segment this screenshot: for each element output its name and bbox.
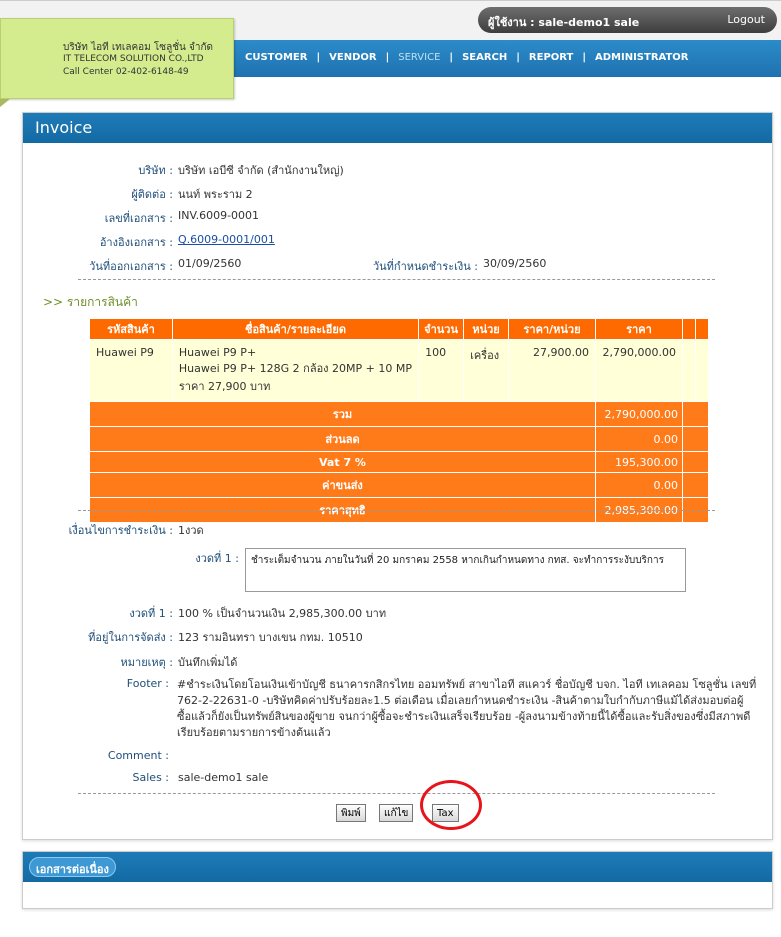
col-header-unit: หน่วย [464,319,509,339]
payment-terms-value: 1งวด [178,524,204,537]
note-value: บันทึกเพิ่มได้ [178,656,238,669]
summary-extra [682,452,708,472]
issue-date-label: วันที่ออกเอกสาร : [89,260,173,273]
installment-label: งวดที่ 1 : [195,552,239,565]
nav-separator: | [516,52,520,63]
summary-extra [682,402,708,426]
user-box: ผู้ใช้งาน : sale-demo1 sale Logout [478,7,777,33]
nav-search[interactable]: SEARCH [462,52,507,63]
doc-number-label: เลขที่เอกสาร : [104,212,173,225]
col-header-extra [682,319,695,339]
ref-doc-link[interactable]: Q.6009-0001/001 [178,233,275,246]
summary-value: 195,300.00 [595,452,682,472]
company-name-en: IT TELECOM SOLUTION CO.,LTD [63,54,204,64]
installment-summary-label: งวดที่ 1 : [129,607,173,620]
logo-ribbon-tail [0,99,10,107]
summary-value: 0.00 [595,427,682,451]
related-documents-panel: เอกสารต่อเนื่อง [22,851,773,909]
contact-label: ผู้ติดต่อ : [131,188,173,201]
divider [78,793,715,794]
nav-separator: | [316,52,321,63]
item-desc-line: ราคา 27,900 บาท [178,380,271,393]
summary-extra [682,473,708,497]
items-section-title: >> รายการสินค้า [43,295,138,309]
item-unit: เครื่อง [464,340,509,401]
summary-label: Vat 7 % [90,452,595,472]
nav-vendor[interactable]: VENDOR [329,52,376,63]
item-price: 2,790,000.00 [595,340,682,401]
summary-row-shipping: ค่าขนส่ง 0.00 [90,473,708,497]
company-value: บริษัท เอบีซี จำกัด (สำนักงานใหญ่) [178,164,344,177]
col-header-unit-price: ราคา/หน่วย [509,319,595,339]
item-extra [682,340,695,401]
nav-customer[interactable]: CUSTOMER [245,52,307,63]
ref-doc-label: อ้างอิงเอกสาร : [99,236,173,249]
related-documents-tab[interactable]: เอกสารต่อเนื่อง [29,857,116,877]
due-date-label: วันที่กำหนดชำระเงิน : [372,260,478,273]
footer-value: #ชำระเงินโดยโอนเงินเข้าบัญชี ธนาคารกสิกร… [177,678,757,739]
item-code: Huawei P9 [90,340,172,401]
item-extra [695,340,708,401]
summary-row-total: รวม 2,790,000.00 [90,402,708,426]
sales-label: Sales : [132,771,169,784]
sales-value: sale-demo1 sale [178,771,269,784]
highlight-circle-annotation [420,780,482,830]
nav-service[interactable]: SERVICE [398,52,440,63]
table-row: Huawei P9 Huawei P9 P+ Huawei P9 P+ 128G… [90,340,708,401]
nav-separator: | [385,52,390,63]
col-header-price: ราคา [595,319,682,339]
due-date-value: 30/09/2560 [483,257,547,270]
nav-separator: | [582,52,586,63]
divider [78,279,715,280]
installment-textarea[interactable]: ชำระเต็มจำนวน ภายในวันที่ 20 มกราคม 2558… [245,548,686,592]
item-unit-price: 27,900.00 [509,340,595,401]
comment-label: Comment : [107,749,169,762]
payment-terms-label: เงื่อนไขการชำระเงิน : [68,524,173,537]
summary-value: 2,790,000.00 [595,402,682,426]
doc-number-value: INV.6009-0001 [178,209,260,222]
col-header-qty: จำนวน [419,319,464,339]
related-documents-header: เอกสารต่อเนื่อง [23,852,772,882]
print-button[interactable]: พิมพ์ [336,804,366,822]
summary-label: ค่าขนส่ง [90,473,595,497]
shipping-address-label: ที่อยู่ในการจัดส่ง : [88,631,173,644]
current-user-label: ผู้ใช้งาน : sale-demo1 sale [488,16,640,29]
summary-label: รวม [90,402,595,426]
summary-label: ส่วนลด [90,427,595,451]
col-header-extra [695,319,708,339]
items-table: รหัสสินค้า ชื่อสินค้า/รายละเอียด จำนวน ห… [89,318,709,523]
company-name-th: บริษัท ไอที เทเลคอม โซลูชั่น จำกัด [63,42,214,53]
main-nav: CUSTOMER | VENDOR | SERVICE | SEARCH | REPORT | AD… [245,52,689,63]
edit-button[interactable]: แก้ไข [379,804,414,822]
logout-link[interactable]: Logout [727,13,765,26]
item-desc-line: Huawei P9 P+ [178,346,257,359]
items-table-header: รหัสสินค้า ชื่อสินค้า/รายละเอียด จำนวน ห… [90,319,708,339]
summary-extra [682,427,708,451]
footer-label: Footer : [126,677,169,690]
contact-value: นนท์ พระราม 2 [178,188,253,201]
summary-row-discount: ส่วนลด 0.00 [90,427,708,451]
invoice-panel: Invoice บริษัท : บริษัท เอบีซี จำกัด (สำ… [22,112,773,840]
col-header-code: รหัสสินค้า [90,319,172,339]
issue-date-value: 01/09/2560 [178,257,242,270]
item-desc-line: Huawei P9 P+ 128G 2 กล้อง 20MP + 10 MP [178,362,412,375]
installment-summary-value: 100 % เป็นจำนวนเงิน 2,985,300.00 บาท [178,607,387,620]
nav-report[interactable]: REPORT [529,52,573,63]
nav-administrator[interactable]: ADMINISTRATOR [595,52,689,63]
item-description: Huawei P9 P+ Huawei P9 P+ 128G 2 กล้อง 2… [172,340,419,401]
shipping-address-value: 123 รามอินทรา บางเขน กทม. 10510 [178,631,363,644]
summary-row-vat: Vat 7 % 195,300.00 [90,452,708,472]
note-label: หมายเหตุ : [120,656,173,669]
invoice-title: Invoice [23,113,772,143]
company-call-center: Call Center 02-402-6148-49 [63,67,189,77]
summary-value: 0.00 [595,473,682,497]
item-qty: 100 [419,340,464,401]
company-logo-card[interactable]: บริษัท ไอที เทเลคอม โซลูชั่น จำกัด IT TE… [0,18,234,99]
col-header-desc: ชื่อสินค้า/รายละเอียด [172,319,419,339]
nav-separator: | [449,52,454,63]
divider [78,510,715,511]
company-label: บริษัท : [138,164,173,177]
